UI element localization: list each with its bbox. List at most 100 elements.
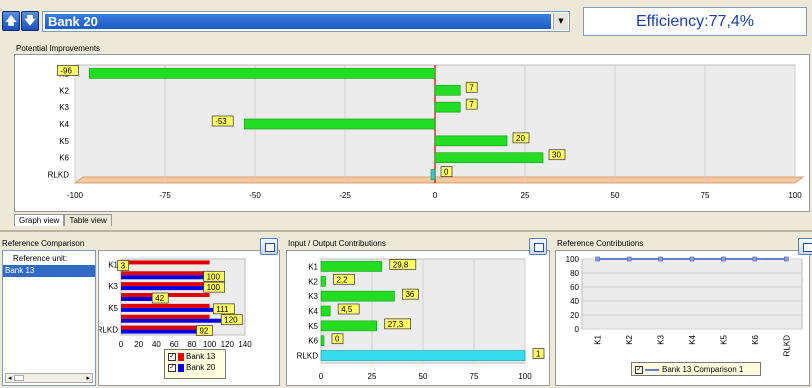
scroll-thumb[interactable] xyxy=(14,375,24,381)
value-label: 7 xyxy=(469,100,474,109)
refcontrib-detach-icon[interactable] xyxy=(798,238,812,255)
y-tick-label: 60 xyxy=(570,283,579,292)
reference-unit-item[interactable]: Bank 13 xyxy=(3,265,95,277)
x-tick-label: RLKD xyxy=(782,335,791,357)
x-tick-label: 75 xyxy=(470,372,479,381)
check-icon[interactable]: ✓ xyxy=(168,363,176,372)
tab-graph-view[interactable]: Graph view xyxy=(14,214,65,226)
bar xyxy=(320,290,395,302)
bar-bank13 xyxy=(121,260,210,265)
bar-bank13 xyxy=(121,282,210,287)
x-tick-label: 20 xyxy=(134,340,143,349)
io-chart-panel: 0 25 50 75 100 K1 29,8 K2 2,2 K3 36 K4 4,5 K5 27,3 K6 0 R… xyxy=(286,250,550,386)
previous-unit-button[interactable]: 🡅 xyxy=(2,11,20,31)
x-tick-label: K2 xyxy=(625,334,634,344)
y-tick-label: RLKD xyxy=(48,171,70,180)
check-icon[interactable]: ✓ xyxy=(168,352,176,361)
value-label: -53 xyxy=(215,117,227,126)
scroll-right-icon[interactable]: ▸ xyxy=(86,374,90,382)
legend-item-bank20[interactable]: ✓ Bank 20 xyxy=(168,363,222,372)
floor xyxy=(73,176,805,184)
x-tick-label: 25 xyxy=(521,191,530,200)
value-label: 2,2 xyxy=(336,275,348,284)
y-tick-label: K2 xyxy=(308,277,318,286)
value-label: 120 xyxy=(224,316,238,325)
y-tick-label: K5 xyxy=(59,137,69,146)
io-detach-icon[interactable] xyxy=(529,238,547,255)
bar xyxy=(320,261,383,272)
unit-select[interactable]: Bank 20 ▼ xyxy=(42,11,570,32)
value-label: 0 xyxy=(444,168,449,177)
value-label: 20 xyxy=(516,134,525,143)
bar xyxy=(320,335,325,347)
value-label: -96 xyxy=(60,66,72,75)
y-tick-label: K4 xyxy=(308,307,318,316)
x-tick-label: K4 xyxy=(688,334,697,344)
x-tick-label: 80 xyxy=(187,340,196,349)
potential-chart-panel: -100-75-50-250255075100K1-96K27K37K4-53K… xyxy=(14,54,810,212)
bar xyxy=(434,84,461,96)
value-label: 30 xyxy=(552,151,561,160)
y-tick-label: K3 xyxy=(59,103,69,112)
x-tick-label: -75 xyxy=(159,191,171,200)
bar xyxy=(434,135,508,147)
value-label: 92 xyxy=(199,327,208,336)
x-tick-label: 140 xyxy=(238,340,252,349)
value-label: 36 xyxy=(405,290,414,299)
value-label: 100 xyxy=(207,272,221,281)
series-point xyxy=(721,256,726,262)
bar-bank20 xyxy=(121,307,220,312)
unit-select-value: Bank 20 xyxy=(45,14,551,29)
chevron-down-icon[interactable]: ▼ xyxy=(553,13,568,30)
refcontrib-title: Reference Contributions xyxy=(557,239,644,248)
refcontrib-legend: ✓ Bank 13 Comparison 1 xyxy=(631,362,761,376)
efficiency-display: Efficiency:77,4% xyxy=(583,7,807,36)
check-icon[interactable]: ✓ xyxy=(635,365,643,374)
legend-item-bank13[interactable]: ✓ Bank 13 xyxy=(168,352,222,361)
bar xyxy=(320,320,377,332)
x-tick-label: 75 xyxy=(701,191,710,200)
y-tick-label: 80 xyxy=(570,269,579,278)
value-label: 100 xyxy=(207,283,221,292)
scroll-left-icon[interactable]: ◂ xyxy=(8,374,12,382)
bar-bank20 xyxy=(121,286,210,291)
refcomp-detach-icon[interactable] xyxy=(260,238,278,255)
series-point xyxy=(626,256,632,262)
y-tick-label: K2 xyxy=(59,86,69,95)
potential-title: Potential Improvements xyxy=(16,44,101,53)
potential-chart: -100-75-50-250255075100K1-96K27K37K4-53K… xyxy=(48,64,805,200)
y-tick-label: 40 xyxy=(570,297,579,306)
y-tick-label: 100 xyxy=(566,255,580,264)
x-tick-label: K5 xyxy=(719,334,728,344)
y-tick-label: RLKD xyxy=(297,352,319,361)
x-tick-label: 100 xyxy=(518,372,532,381)
bar-bank13 xyxy=(121,271,210,276)
y-tick-label: K1 xyxy=(108,260,118,269)
x-tick-label: -25 xyxy=(339,191,351,200)
horizontal-scrollbar[interactable]: ◂ ▸ xyxy=(5,373,93,383)
refcomp-legend: ✓ Bank 13 ✓ Bank 20 xyxy=(164,349,226,379)
refcomp-chart-panel: 0 20 40 60 80 100 120 140 K1 3 100 K3 100 42 K5 111 120 R… xyxy=(97,250,280,386)
x-tick-label: 100 xyxy=(788,191,802,200)
x-tick-label: 50 xyxy=(419,372,428,381)
bar xyxy=(243,118,436,130)
splitter[interactable] xyxy=(0,230,812,232)
x-tick-label: -100 xyxy=(67,191,84,200)
x-tick-label: K3 xyxy=(657,334,666,344)
blue-swatch-icon xyxy=(178,363,184,372)
value-label: 3 xyxy=(121,261,126,270)
tab-table-view[interactable]: Table view xyxy=(64,214,112,226)
x-tick-label: 40 xyxy=(152,340,161,349)
next-unit-button[interactable]: 🡇 xyxy=(21,11,39,31)
y-tick-label: K4 xyxy=(59,120,69,129)
red-swatch-icon xyxy=(178,352,184,361)
plot-area xyxy=(581,258,803,330)
y-tick-label: RLKD xyxy=(99,326,118,335)
bar-bank13 xyxy=(121,303,210,308)
reference-unit-label: Reference unit: xyxy=(13,254,68,263)
bar xyxy=(320,275,326,287)
y-tick-label: K3 xyxy=(308,292,318,301)
bar xyxy=(434,152,544,164)
x-tick-label: 0 xyxy=(119,340,124,349)
x-tick-label: 0 xyxy=(433,191,438,200)
